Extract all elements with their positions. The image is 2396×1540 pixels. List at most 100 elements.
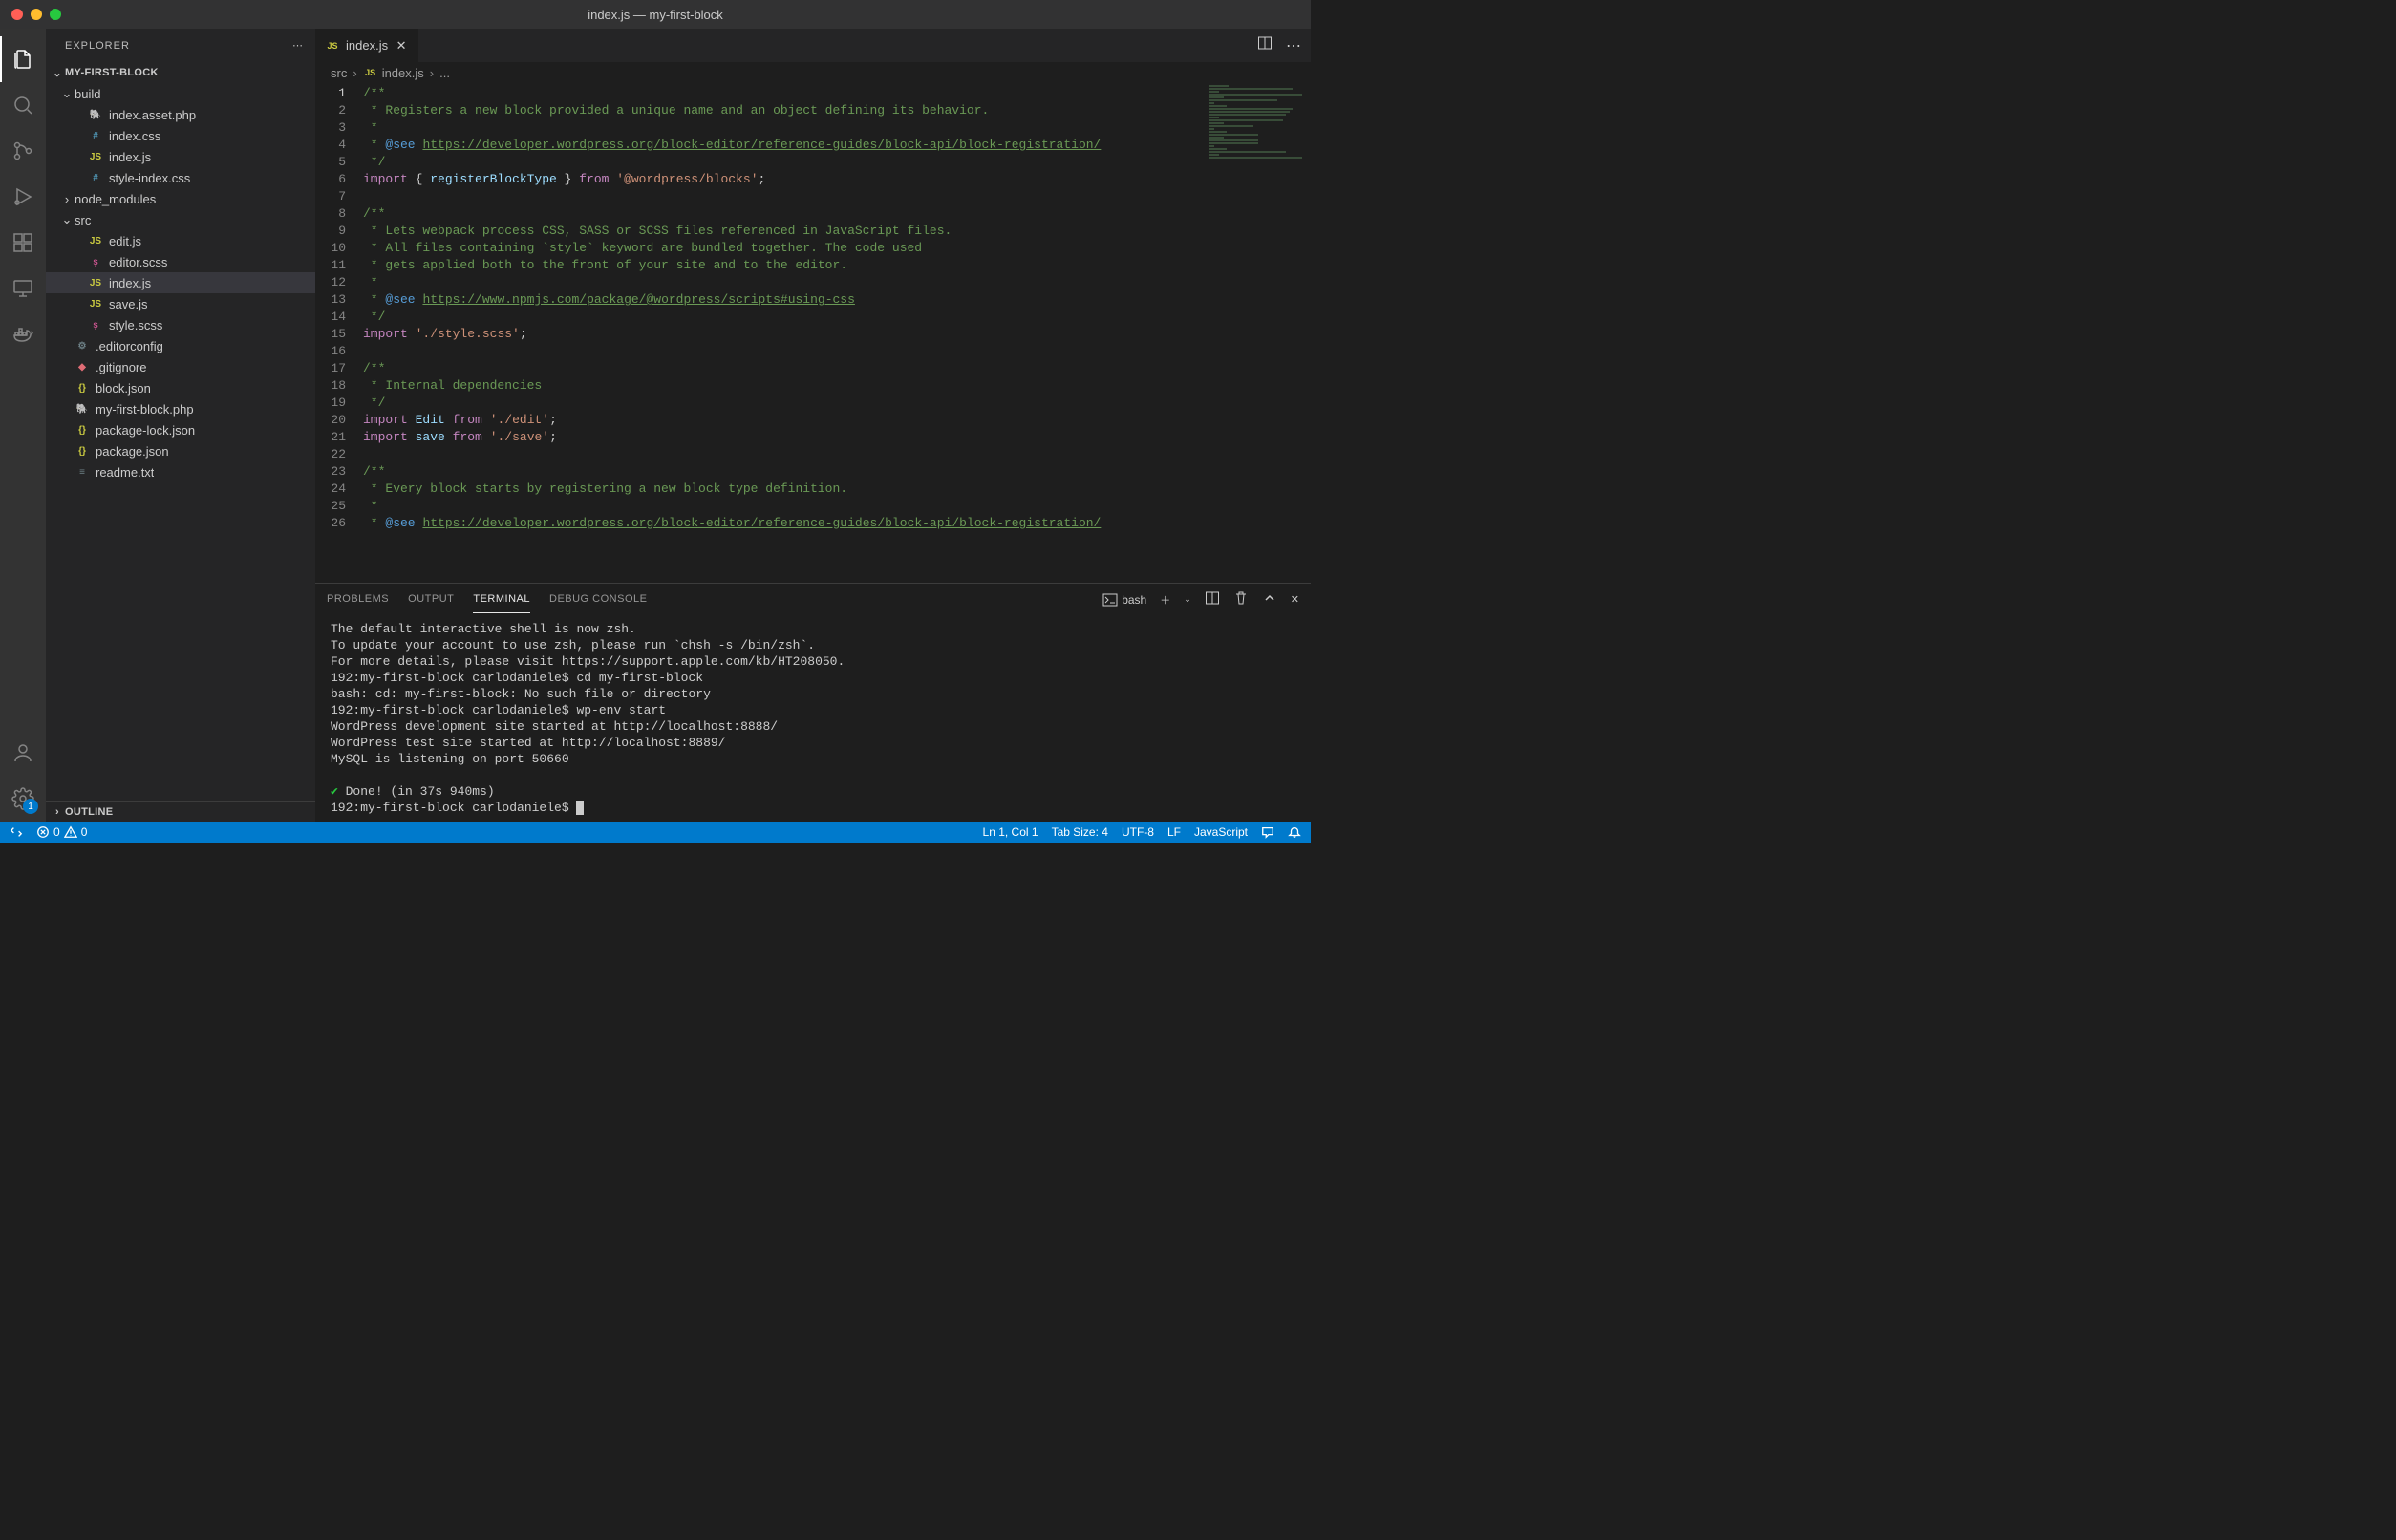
docker-icon — [11, 323, 34, 346]
minimize-window-button[interactable] — [31, 9, 42, 20]
tree-file[interactable]: 🐘my-first-block.php — [46, 398, 315, 419]
new-terminal-button[interactable]: ＋ — [1160, 592, 1170, 608]
language-mode[interactable]: JavaScript — [1194, 825, 1248, 839]
tab-problems[interactable]: PROBLEMS — [327, 586, 389, 613]
tree-file[interactable]: {}package.json — [46, 440, 315, 461]
project-header[interactable]: ⌄ MY-FIRST-BLOCK — [46, 62, 315, 83]
cursor-position[interactable]: Ln 1, Col 1 — [983, 825, 1038, 839]
extensions-icon — [11, 231, 34, 254]
activity-bar: 1 — [0, 29, 46, 822]
close-window-button[interactable] — [11, 9, 23, 20]
activity-settings[interactable]: 1 — [0, 776, 46, 822]
editor-body[interactable]: 1234567891011121314151617181920212223242… — [315, 83, 1311, 583]
tree-file[interactable]: ◆.gitignore — [46, 356, 315, 377]
activity-explorer[interactable] — [0, 36, 46, 82]
split-icon — [1257, 35, 1273, 51]
tree-item-label: src — [75, 213, 91, 227]
source-control-icon — [11, 139, 34, 162]
tree-file[interactable]: JSedit.js — [46, 230, 315, 251]
activity-extensions[interactable] — [0, 220, 46, 266]
terminal-dropdown[interactable]: ⌄ — [1184, 594, 1191, 605]
chevron-right-icon: › — [430, 66, 434, 80]
chevron-up-icon — [1262, 590, 1277, 606]
close-tab-button[interactable]: ✕ — [394, 38, 409, 53]
tree-file[interactable]: şeditor.scss — [46, 251, 315, 272]
tree-item-label: style.scss — [109, 318, 162, 332]
search-icon — [11, 94, 34, 117]
tree-file[interactable]: {}package-lock.json — [46, 419, 315, 440]
indentation-status[interactable]: Tab Size: 4 — [1052, 825, 1108, 839]
tree-file[interactable]: şstyle.scss — [46, 314, 315, 335]
tree-file[interactable]: ≡readme.txt — [46, 461, 315, 482]
editor-tab[interactable]: JSindex.js✕ — [315, 29, 419, 62]
tree-file[interactable]: ⚙.editorconfig — [46, 335, 315, 356]
tree-folder[interactable]: ⌄src — [46, 209, 315, 230]
activity-docker[interactable] — [0, 311, 46, 357]
remote-icon — [10, 825, 23, 839]
account-icon — [11, 741, 34, 764]
maximize-panel-button[interactable] — [1262, 590, 1277, 609]
tree-file[interactable]: 🐘index.asset.php — [46, 104, 315, 125]
tab-debug-console[interactable]: DEBUG CONSOLE — [549, 586, 647, 613]
terminal-selector[interactable]: bash — [1102, 592, 1146, 608]
tree-item-label: index.asset.php — [109, 108, 196, 122]
chevron-down-icon: ⌄ — [59, 212, 75, 227]
outline-header[interactable]: › OUTLINE — [46, 801, 315, 822]
tree-item-label: .gitignore — [96, 360, 146, 374]
more-editor-actions[interactable]: ⋯ — [1286, 36, 1301, 55]
bottom-panel: PROBLEMS OUTPUT TERMINAL DEBUG CONSOLE b… — [315, 583, 1311, 822]
kill-terminal-button[interactable] — [1233, 590, 1249, 609]
tab-output[interactable]: OUTPUT — [408, 586, 454, 613]
tab-label: index.js — [346, 38, 388, 53]
feedback-icon — [1261, 825, 1274, 839]
remote-indicator[interactable] — [10, 825, 23, 839]
tree-item-label: package.json — [96, 444, 169, 459]
tree-file[interactable]: {}block.json — [46, 377, 315, 398]
split-editor-button[interactable] — [1257, 35, 1273, 55]
chevron-right-icon: › — [353, 66, 356, 80]
maximize-window-button[interactable] — [50, 9, 61, 20]
tree-file[interactable]: JSindex.js — [46, 272, 315, 293]
activity-remote-explorer[interactable] — [0, 266, 46, 311]
bell-icon — [1288, 825, 1301, 839]
close-panel-button[interactable]: ✕ — [1291, 593, 1299, 606]
activity-search[interactable] — [0, 82, 46, 128]
eol-status[interactable]: LF — [1167, 825, 1181, 839]
tree-item-label: node_modules — [75, 192, 156, 206]
editor-area: JSindex.js✕ ⋯ src › JS index.js › ... 12… — [315, 29, 1311, 822]
terminal-icon — [1102, 592, 1118, 608]
chevron-right-icon: › — [50, 806, 65, 818]
tree-file[interactable]: JSindex.js — [46, 146, 315, 167]
tree-item-label: build — [75, 87, 100, 101]
tree-item-label: package-lock.json — [96, 423, 195, 438]
activity-accounts[interactable] — [0, 730, 46, 776]
notifications-button[interactable] — [1288, 825, 1301, 839]
tree-file[interactable]: #style-index.css — [46, 167, 315, 188]
problems-status[interactable]: 0 0 — [36, 825, 87, 839]
breadcrumb-item[interactable]: ... — [439, 66, 450, 80]
tab-terminal[interactable]: TERMINAL — [473, 586, 530, 613]
breadcrumbs[interactable]: src › JS index.js › ... — [315, 62, 1311, 83]
tree-file[interactable]: JSsave.js — [46, 293, 315, 314]
sidebar-more-actions[interactable]: ⋯ — [292, 39, 304, 52]
split-terminal-button[interactable] — [1205, 590, 1220, 609]
activity-scm[interactable] — [0, 128, 46, 174]
tree-folder[interactable]: ›node_modules — [46, 188, 315, 209]
tree-folder[interactable]: ⌄build — [46, 83, 315, 104]
breadcrumb-item[interactable]: src — [331, 66, 347, 80]
tree-file[interactable]: #index.css — [46, 125, 315, 146]
encoding-status[interactable]: UTF-8 — [1122, 825, 1154, 839]
breadcrumb-item[interactable]: index.js — [382, 66, 424, 80]
sidebar-header: EXPLORER ⋯ — [46, 29, 315, 62]
feedback-button[interactable] — [1261, 825, 1274, 839]
tree-item-label: index.css — [109, 129, 160, 143]
tree-item-label: style-index.css — [109, 171, 190, 185]
terminal-output[interactable]: The default interactive shell is now zsh… — [315, 615, 1311, 822]
minimap[interactable] — [1206, 83, 1311, 583]
activity-debug[interactable] — [0, 174, 46, 220]
chevron-down-icon: ⌄ — [59, 86, 75, 101]
line-gutter: 1234567891011121314151617181920212223242… — [315, 83, 363, 583]
files-icon — [11, 48, 34, 71]
code-content[interactable]: /** * Registers a new block provided a u… — [363, 83, 1206, 583]
tabs-bar: JSindex.js✕ ⋯ — [315, 29, 1311, 62]
